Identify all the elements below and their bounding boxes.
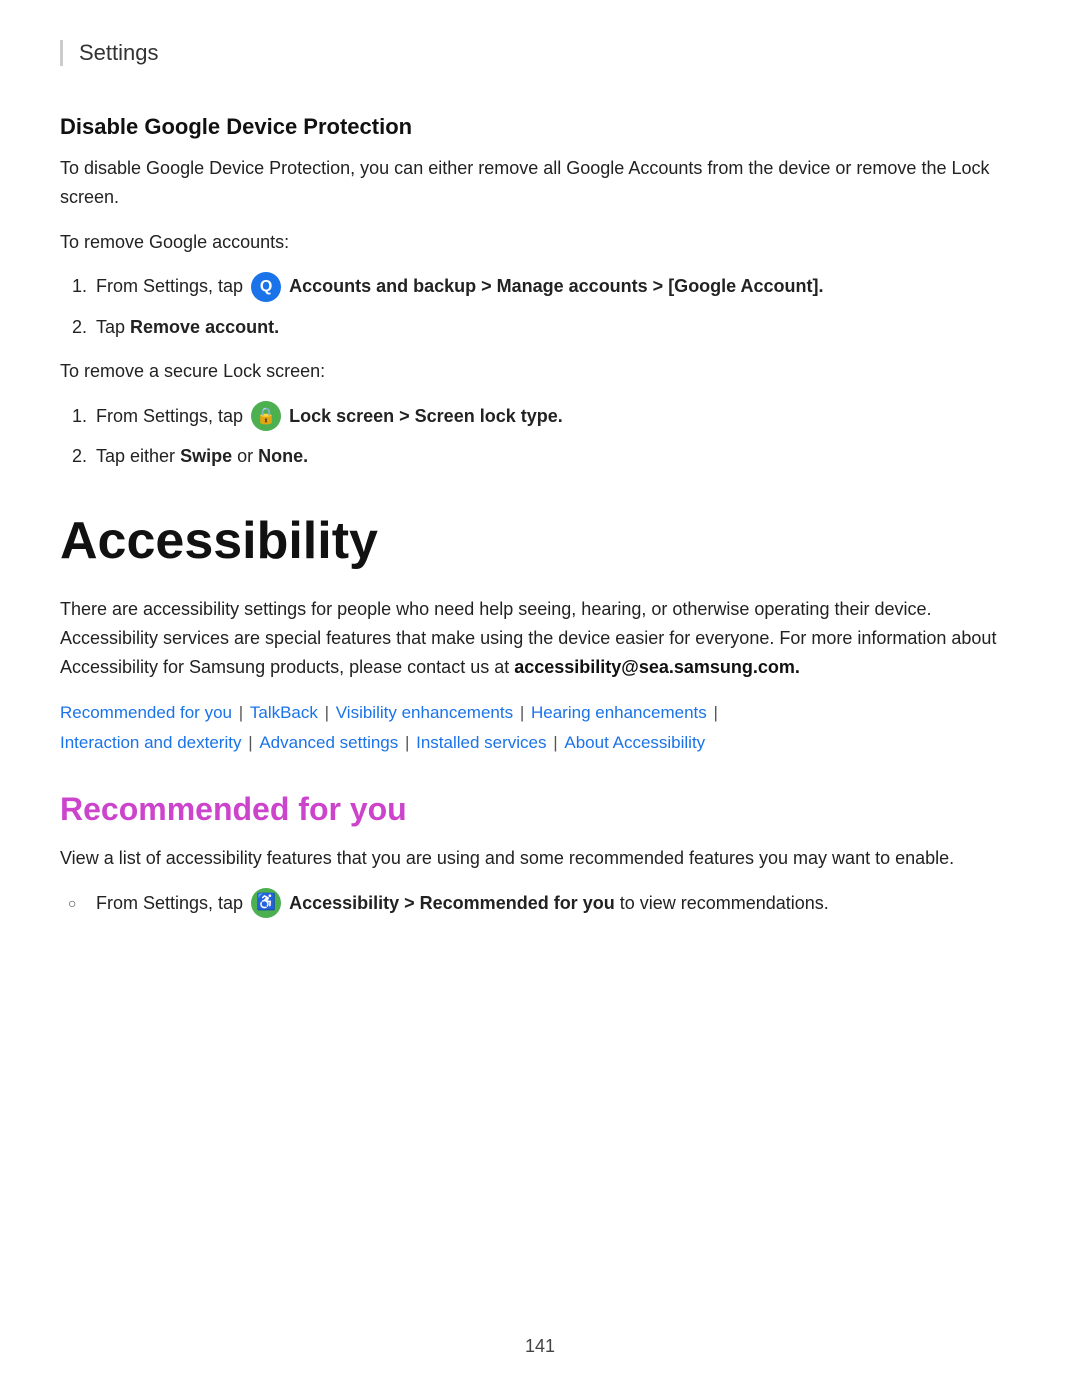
rec-step-bold: Accessibility > Recommended for you: [289, 893, 615, 913]
link-advanced[interactable]: Advanced settings: [259, 733, 398, 752]
link-interaction[interactable]: Interaction and dexterity: [60, 733, 241, 752]
remove-accounts-list: From Settings, tap Q Accounts and backup…: [92, 272, 1020, 341]
step2-text: Tap Remove account.: [96, 317, 279, 337]
rec-step-suffix-text: to view recommendations.: [620, 893, 829, 913]
step1-bold: Accounts and backup > Manage accounts > …: [289, 276, 823, 296]
recommended-heading: Recommended for you: [60, 791, 1020, 828]
accessibility-body: There are accessibility settings for peo…: [60, 595, 1020, 681]
accessibility-links: Recommended for you | TalkBack | Visibil…: [60, 698, 1020, 759]
page-number: 141: [525, 1336, 555, 1357]
link-hearing[interactable]: Hearing enhancements: [531, 703, 707, 722]
accounts-icon: Q: [251, 272, 281, 302]
rec-step-prefix: From Settings, tap: [96, 893, 243, 913]
link-about[interactable]: About Accessibility: [564, 733, 705, 752]
lock-icon: 🔒: [251, 401, 281, 431]
accessibility-icon: ♿: [251, 888, 281, 918]
link-recommended[interactable]: Recommended for you: [60, 703, 232, 722]
disable-para2: To remove Google accounts:: [60, 228, 1020, 257]
list-item: From Settings, tap 🔒 Lock screen > Scree…: [92, 402, 1020, 432]
link-talkback[interactable]: TalkBack: [250, 703, 318, 722]
step1-prefix: From Settings, tap: [96, 276, 243, 296]
list-item: Tap either Swipe or None.: [92, 442, 1020, 471]
accessibility-heading: Accessibility: [60, 511, 1020, 571]
remove-lock-list: From Settings, tap 🔒 Lock screen > Scree…: [92, 402, 1020, 471]
disable-section-title: Disable Google Device Protection: [60, 114, 1020, 140]
list-item: From Settings, tap ♿ Accessibility > Rec…: [88, 889, 1020, 919]
step3-bold: Lock screen > Screen lock type.: [289, 406, 563, 426]
link-visibility[interactable]: Visibility enhancements: [336, 703, 513, 722]
link-installed[interactable]: Installed services: [416, 733, 546, 752]
recommended-list: From Settings, tap ♿ Accessibility > Rec…: [88, 889, 1020, 919]
list-item: From Settings, tap Q Accounts and backup…: [92, 272, 1020, 302]
step3-prefix: From Settings, tap: [96, 406, 243, 426]
recommended-section: Recommended for you View a list of acces…: [60, 791, 1020, 919]
disable-para1: To disable Google Device Protection, you…: [60, 154, 1020, 212]
disable-section: Disable Google Device Protection To disa…: [60, 114, 1020, 471]
disable-para3: To remove a secure Lock screen:: [60, 357, 1020, 386]
step4-text: Tap either Swipe or None.: [96, 446, 308, 466]
accessibility-email: accessibility@sea.samsung.com.: [514, 657, 800, 677]
list-item: Tap Remove account.: [92, 313, 1020, 342]
page-header: Settings: [60, 40, 1020, 66]
recommended-body: View a list of accessibility features th…: [60, 844, 1020, 873]
